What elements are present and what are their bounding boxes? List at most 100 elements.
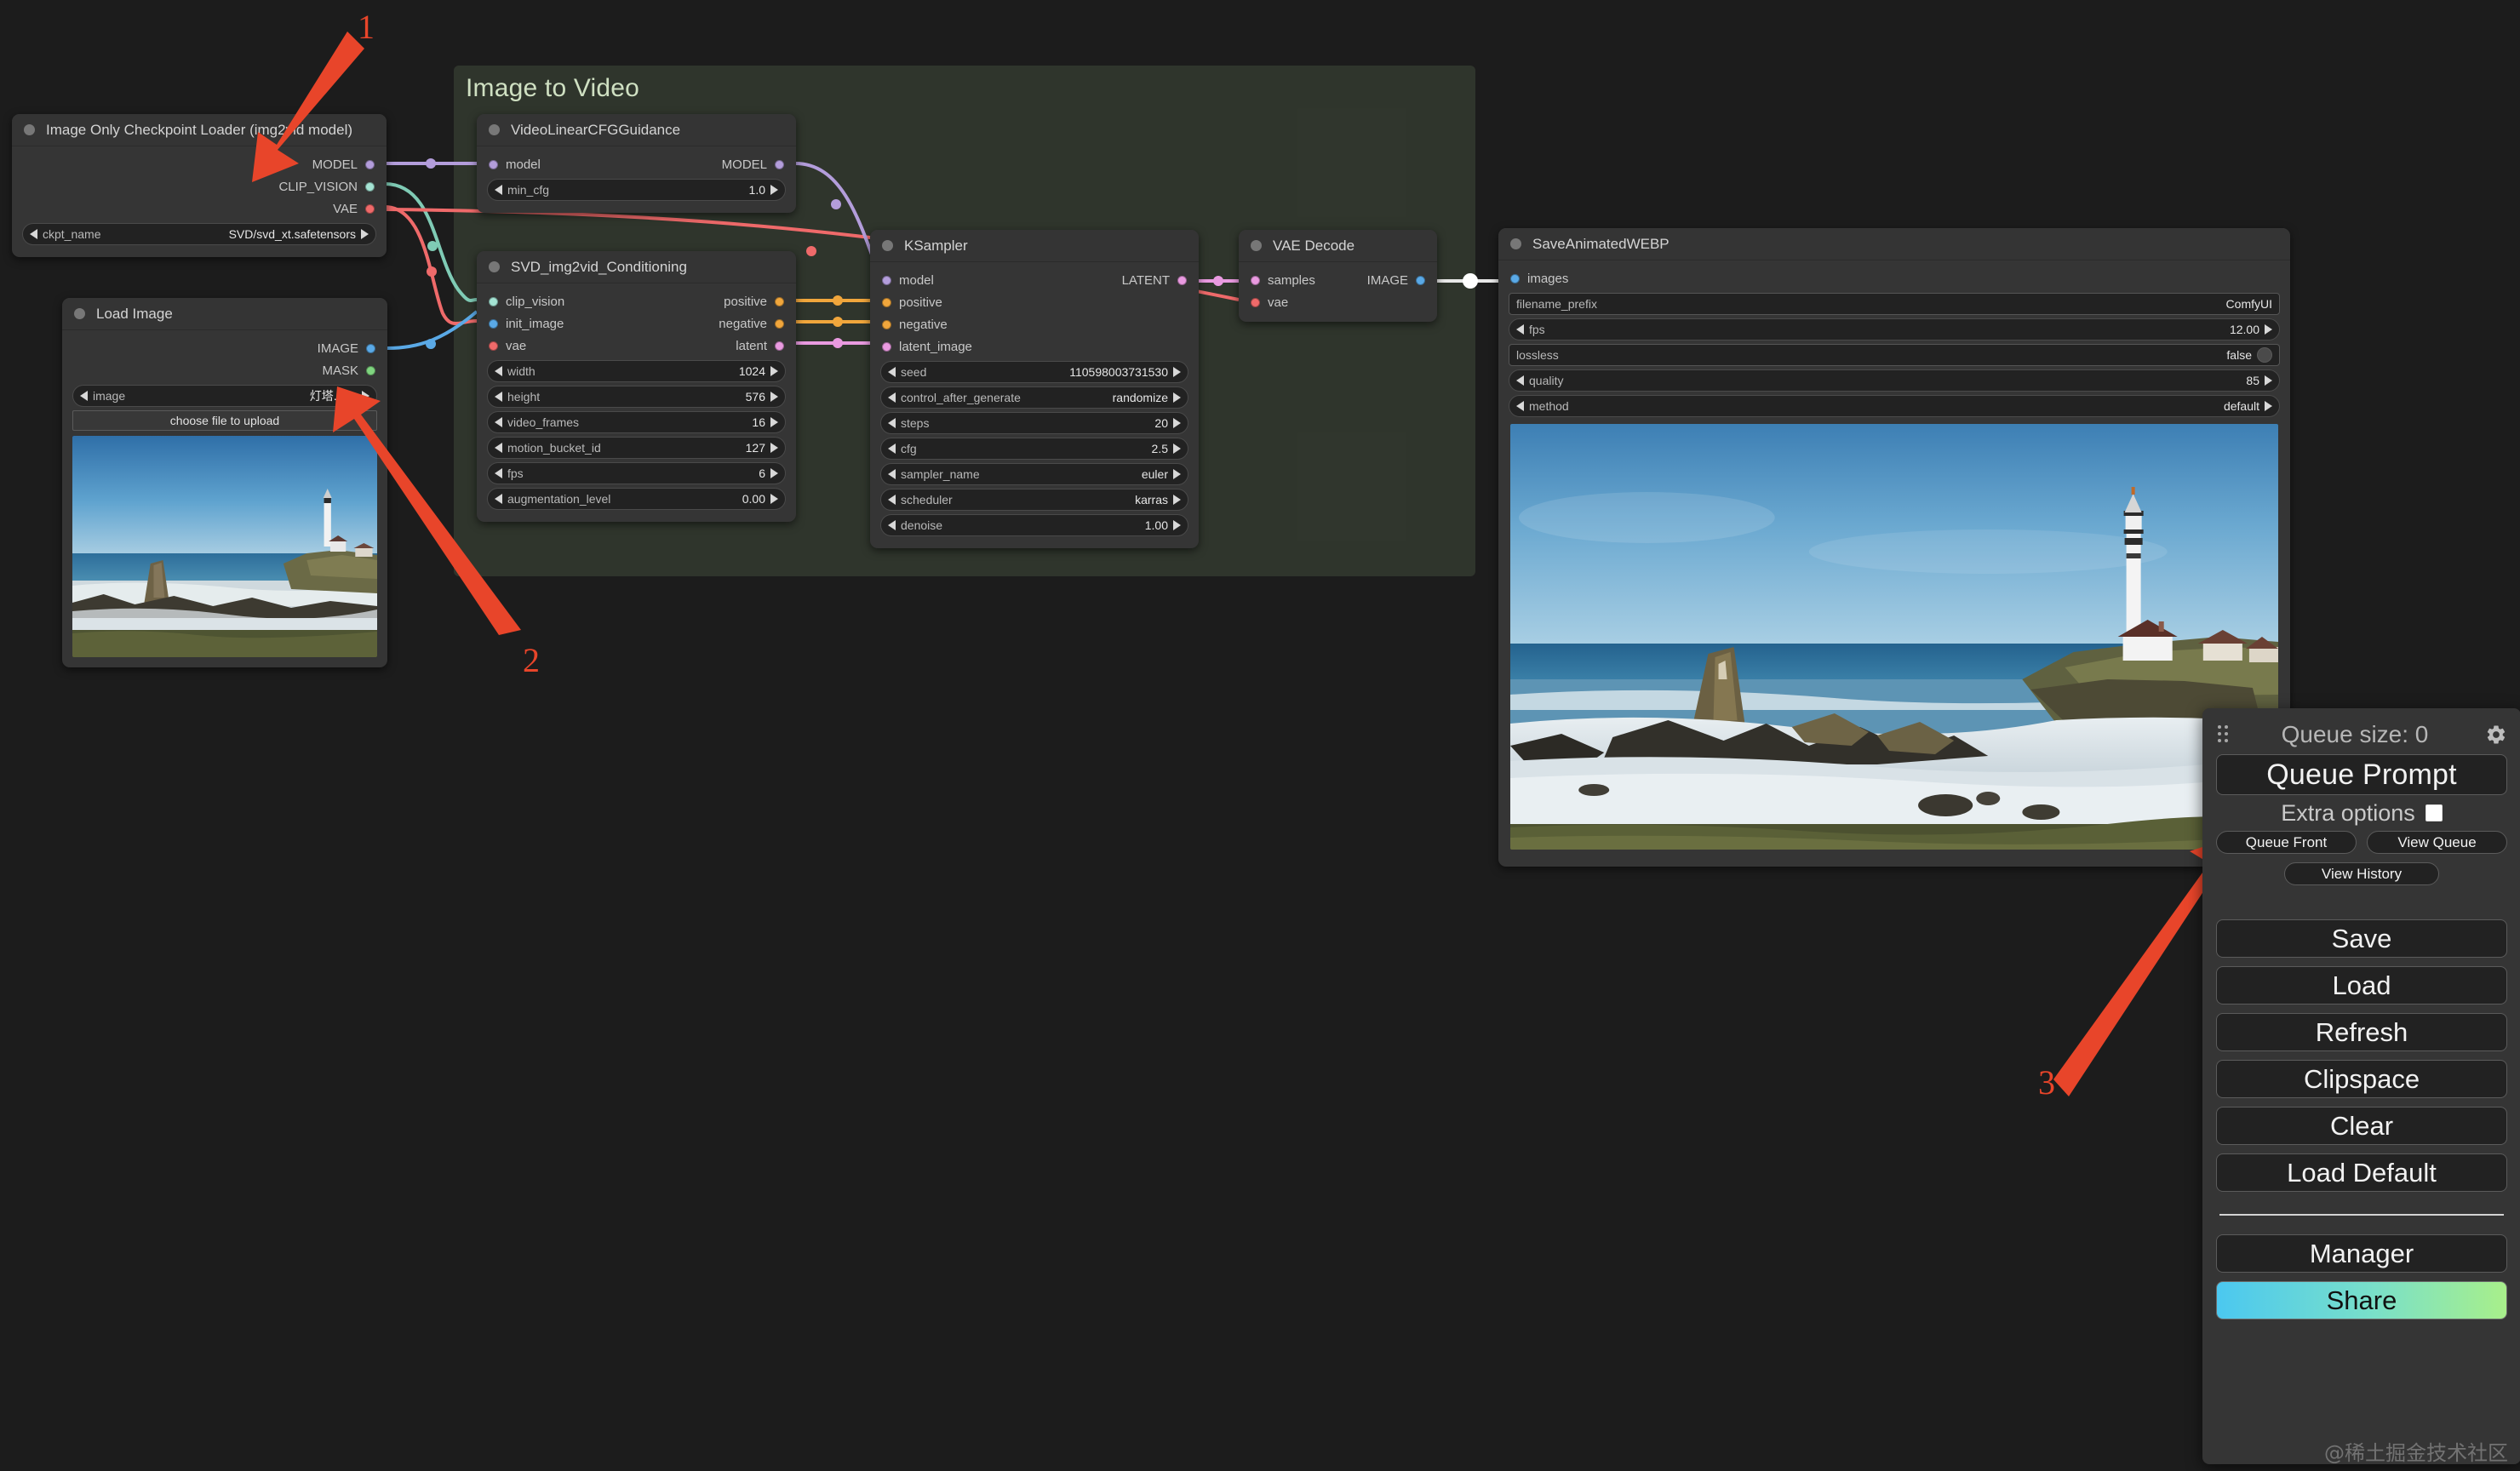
widget-seed[interactable]: seed 110598003731530 — [880, 361, 1188, 383]
widget-steps[interactable]: steps 20 — [880, 412, 1188, 434]
widget-video-frames[interactable]: video_frames 16 — [487, 411, 786, 433]
slot-row-init-image[interactable]: init_image negative — [477, 312, 796, 335]
increment-arrow-icon[interactable] — [1173, 495, 1181, 505]
slot-row-vae[interactable]: vae latent — [477, 335, 796, 357]
port-negative-out[interactable] — [775, 319, 784, 329]
choose-file-to-upload-button[interactable]: choose file to upload — [72, 410, 377, 431]
increment-arrow-icon[interactable] — [2265, 401, 2272, 411]
queue-front-button[interactable]: Queue Front — [2216, 831, 2357, 854]
port-model-in[interactable] — [882, 276, 891, 285]
decrement-arrow-icon[interactable] — [888, 367, 896, 377]
decrement-arrow-icon[interactable] — [888, 520, 896, 530]
node-save-animated-webp[interactable]: SaveAnimatedWEBP images filename_prefix … — [1498, 228, 2290, 867]
port-init-image-in[interactable] — [489, 319, 498, 329]
increment-arrow-icon[interactable] — [1173, 392, 1181, 403]
decrement-arrow-icon[interactable] — [1516, 375, 1524, 386]
widget-denoise[interactable]: denoise 1.00 — [880, 514, 1188, 536]
increment-arrow-icon[interactable] — [362, 391, 369, 401]
widget-quality[interactable]: quality 85 — [1509, 369, 2280, 392]
output-slot-image[interactable]: IMAGE — [62, 337, 387, 359]
port-latent-out[interactable] — [1177, 276, 1187, 285]
node-collapse-dot[interactable] — [24, 124, 35, 135]
decrement-arrow-icon[interactable] — [495, 468, 502, 478]
increment-arrow-icon[interactable] — [770, 185, 778, 195]
widget-ckpt-name[interactable]: ckpt_name SVD/svd_xt.safetensors — [22, 223, 376, 245]
clipspace-button[interactable]: Clipspace — [2216, 1060, 2507, 1098]
widget-cfg[interactable]: cfg 2.5 — [880, 438, 1188, 460]
node-titlebar[interactable]: Image Only Checkpoint Loader (img2vid mo… — [12, 114, 387, 146]
increment-arrow-icon[interactable] — [770, 494, 778, 504]
node-titlebar[interactable]: KSampler — [870, 230, 1199, 262]
increment-arrow-icon[interactable] — [770, 443, 778, 453]
port-model[interactable] — [365, 160, 375, 169]
decrement-arrow-icon[interactable] — [30, 229, 37, 239]
slot-row-vae[interactable]: vae — [1239, 291, 1437, 313]
decrement-arrow-icon[interactable] — [495, 392, 502, 402]
view-queue-button[interactable]: View Queue — [2367, 831, 2507, 854]
node-collapse-dot[interactable] — [489, 124, 500, 135]
decrement-arrow-icon[interactable] — [495, 417, 502, 427]
decrement-arrow-icon[interactable] — [1516, 401, 1524, 411]
widget-width[interactable]: width 1024 — [487, 360, 786, 382]
node-titlebar[interactable]: SVD_img2vid_Conditioning — [477, 251, 796, 283]
extra-options-row[interactable]: Extra options — [2216, 795, 2507, 831]
decrement-arrow-icon[interactable] — [495, 185, 502, 195]
widget-filename-prefix[interactable]: filename_prefix ComfyUI — [1509, 293, 2280, 315]
increment-arrow-icon[interactable] — [1173, 367, 1181, 377]
increment-arrow-icon[interactable] — [2265, 375, 2272, 386]
increment-arrow-icon[interactable] — [1173, 469, 1181, 479]
decrement-arrow-icon[interactable] — [888, 418, 896, 428]
decrement-arrow-icon[interactable] — [495, 366, 502, 376]
increment-arrow-icon[interactable] — [1173, 520, 1181, 530]
decrement-arrow-icon[interactable] — [1516, 324, 1524, 335]
node-vae-decode[interactable]: VAE Decode samples IMAGE vae — [1239, 230, 1437, 322]
node-video-linear-cfg-guidance[interactable]: VideoLinearCFGGuidance model MODEL min_c… — [477, 114, 796, 213]
widget-height[interactable]: height 576 — [487, 386, 786, 408]
port-clip-vision-in[interactable] — [489, 297, 498, 306]
clear-button[interactable]: Clear — [2216, 1107, 2507, 1145]
port-positive-out[interactable] — [775, 297, 784, 306]
slot-row-clip-vision[interactable]: clip_vision positive — [477, 290, 796, 312]
comfy-menu-panel[interactable]: Queue size: 0 Queue Prompt Extra options… — [2202, 708, 2520, 1464]
widget-sampler-name[interactable]: sampler_name euler — [880, 463, 1188, 485]
port-vae-in[interactable] — [489, 341, 498, 351]
slot-row-samples[interactable]: samples IMAGE — [1239, 269, 1437, 291]
port-latent-out[interactable] — [775, 341, 784, 351]
widget-scheduler[interactable]: scheduler karras — [880, 489, 1188, 511]
decrement-arrow-icon[interactable] — [495, 494, 502, 504]
extra-options-checkbox[interactable] — [2426, 804, 2443, 821]
increment-arrow-icon[interactable] — [770, 417, 778, 427]
widget-method[interactable]: method default — [1509, 395, 2280, 417]
increment-arrow-icon[interactable] — [1173, 418, 1181, 428]
port-clip-vision[interactable] — [365, 182, 375, 192]
node-collapse-dot[interactable] — [489, 261, 500, 272]
node-titlebar[interactable]: VideoLinearCFGGuidance — [477, 114, 796, 146]
port-image-out[interactable] — [1416, 276, 1425, 285]
decrement-arrow-icon[interactable] — [888, 469, 896, 479]
widget-motion-bucket-id[interactable]: motion_bucket_id 127 — [487, 437, 786, 459]
widget-lossless[interactable]: lossless false — [1509, 344, 2280, 366]
comfyui-graph-canvas[interactable]: Image to Video — [0, 0, 2520, 1471]
node-titlebar[interactable]: Load Image — [62, 298, 387, 330]
port-model-out[interactable] — [775, 160, 784, 169]
node-titlebar[interactable]: VAE Decode — [1239, 230, 1437, 262]
node-collapse-dot[interactable] — [1510, 238, 1521, 249]
node-image-only-checkpoint-loader[interactable]: Image Only Checkpoint Loader (img2vid mo… — [12, 114, 387, 257]
node-svd-img2vid-conditioning[interactable]: SVD_img2vid_Conditioning clip_vision pos… — [477, 251, 796, 522]
widget-min-cfg[interactable]: min_cfg 1.0 — [487, 179, 786, 201]
increment-arrow-icon[interactable] — [770, 392, 778, 402]
widget-fps[interactable]: fps 12.00 — [1509, 318, 2280, 341]
slot-row-latent-image[interactable]: latent_image — [870, 335, 1199, 358]
output-slot-model[interactable]: MODEL — [12, 153, 387, 175]
node-collapse-dot[interactable] — [882, 240, 893, 251]
port-positive-in[interactable] — [882, 298, 891, 307]
port-latent-image-in[interactable] — [882, 342, 891, 352]
load-button[interactable]: Load — [2216, 966, 2507, 1005]
node-collapse-dot[interactable] — [1251, 240, 1262, 251]
increment-arrow-icon[interactable] — [2265, 324, 2272, 335]
slot-row-positive[interactable]: positive — [870, 291, 1199, 313]
view-history-button[interactable]: View History — [2284, 862, 2439, 885]
increment-arrow-icon[interactable] — [770, 468, 778, 478]
slot-row-images[interactable]: images — [1498, 267, 2290, 289]
share-button[interactable]: Share — [2216, 1281, 2507, 1319]
